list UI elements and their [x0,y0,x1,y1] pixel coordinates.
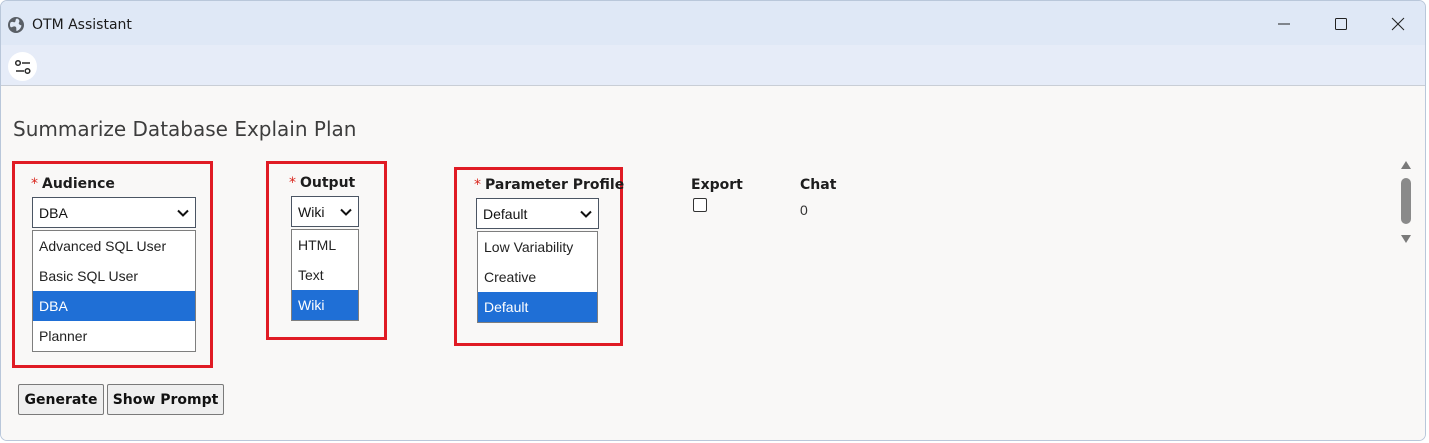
title-bar: OTM Assistant [1,1,1425,45]
parameter-profile-select[interactable]: Default [476,198,599,229]
parameter-profile-selected-value: Default [483,205,528,222]
show-prompt-button[interactable]: Show Prompt [107,384,224,415]
chevron-down-icon [340,208,352,216]
maximize-icon [1335,18,1347,30]
vertical-scrollbar[interactable] [1397,156,1415,246]
chat-label: Chat [800,177,837,193]
parameter-profile-label: * Parameter Profile [474,177,625,193]
globe-icon [8,17,24,33]
window-title: OTM Assistant [32,17,132,33]
output-options-list: HTML Text Wiki [291,229,359,321]
audience-selected-value: DBA [39,204,68,221]
output-selected-value: Wiki [298,203,325,220]
chat-value: 0 [800,202,808,218]
page-title: Summarize Database Explain Plan [13,117,357,141]
audience-option[interactable]: Planner [33,321,195,351]
settings-button[interactable] [8,52,37,81]
audience-option[interactable]: Basic SQL User [33,261,195,291]
app-window: OTM Assistant Summarize Database Explain… [0,0,1426,441]
audience-option-selected[interactable]: DBA [33,291,195,321]
output-option[interactable]: Text [292,260,358,290]
maximize-button[interactable] [1321,9,1361,39]
scroll-down-arrow-icon[interactable] [1400,234,1412,244]
chevron-down-icon [177,209,189,217]
audience-options-list: Advanced SQL User Basic SQL User DBA Pla… [32,230,196,352]
scrollbar-thumb[interactable] [1401,178,1411,224]
export-label: Export [691,177,743,193]
settings-sliders-icon [14,59,31,74]
minimize-button[interactable] [1264,9,1304,39]
parameter-profile-option[interactable]: Creative [478,262,597,292]
close-button[interactable] [1378,9,1418,39]
output-option-selected[interactable]: Wiki [292,290,358,320]
output-select[interactable]: Wiki [291,196,359,227]
minimize-icon [1278,23,1290,25]
parameter-profile-option-selected[interactable]: Default [478,292,597,322]
close-icon [1391,17,1405,31]
parameter-profile-options-list: Low Variability Creative Default [477,231,598,323]
chevron-down-icon [580,210,592,218]
audience-label: * Audience [31,176,115,192]
audience-option[interactable]: Advanced SQL User [33,231,195,261]
scroll-up-arrow-icon[interactable] [1400,160,1412,170]
export-checkbox[interactable] [693,198,707,212]
output-option[interactable]: HTML [292,230,358,260]
output-label: * Output [289,175,356,191]
content-area: Summarize Database Explain Plan * Audienc… [1,86,1425,440]
audience-select[interactable]: DBA [32,197,196,228]
toolbar [1,45,1425,86]
generate-button[interactable]: Generate [18,384,104,415]
parameter-profile-option[interactable]: Low Variability [478,232,597,262]
